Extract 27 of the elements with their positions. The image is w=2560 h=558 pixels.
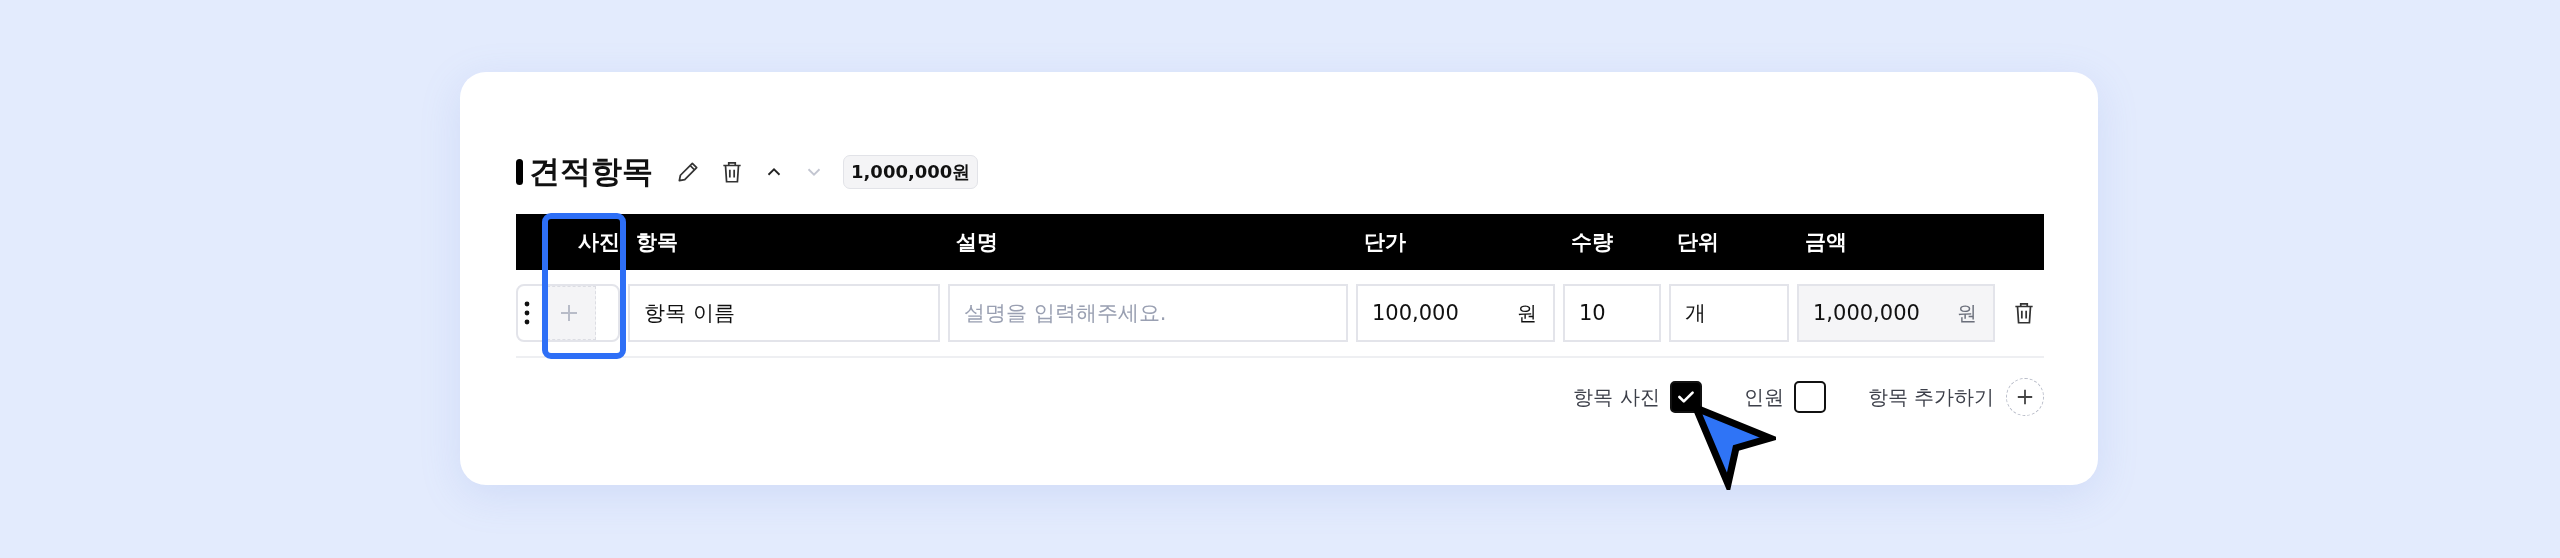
column-header: 사진 [577,229,620,256]
column-header: 설명 [955,229,999,256]
currency-suffix: 원 [1957,299,1977,327]
title-marker [516,159,523,185]
item-name-field[interactable]: 항목 이름 [628,284,940,342]
checkbox-label: 인원 [1743,383,1784,411]
add-item-label[interactable]: 항목 추가하기 [1867,383,1994,411]
quantity-field[interactable]: 10 [1563,284,1661,342]
column-header: 항목 [635,229,679,256]
amount-value: 1,000,000 [1813,301,1921,325]
plus-icon [2016,388,2034,406]
plus-icon [559,303,579,323]
checkbox[interactable] [1793,381,1826,413]
column-header: 금액 [1804,229,1848,256]
amount-field[interactable]: 1,000,000 원 [1797,284,1995,342]
checkbox[interactable] [1669,381,1702,413]
unit-price-value: 100,000 [1372,301,1460,325]
currency-suffix: 원 [1517,299,1537,327]
column-header: 수량 [1570,229,1614,256]
unit-field[interactable]: 개 [1669,284,1789,342]
column-header: 단가 [1363,229,1407,256]
total-badge: 1,000,000원 [843,155,979,189]
drag-handle-icon[interactable] [524,301,530,325]
section-title: 견적항목 [529,152,653,191]
column-header: 단위 [1676,229,1720,256]
unit-price-field[interactable]: 100,000 원 [1356,284,1555,342]
checkbox-label: 항목 사진 [1573,383,1660,411]
